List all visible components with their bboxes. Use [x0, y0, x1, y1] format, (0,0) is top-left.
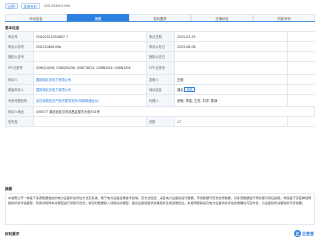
brand-name: 企查查	[302, 230, 314, 236]
tab-family[interactable]: 同族专利	[253, 14, 315, 21]
field-label: CPC分类号	[147, 62, 175, 74]
table-row: 申请人地址 430077 湖北省武汉市武昌区徐东大街341号	[6, 107, 315, 117]
table-row: 优先权 页数 17	[6, 117, 315, 127]
publication-date: 2025-08-08	[175, 42, 288, 51]
field-label: 优先权	[6, 117, 34, 126]
field-label: 授权公告号	[6, 52, 34, 61]
table-row: 专利代理机构 武汉科皓知识产权代理事务所(特殊普通合伙) 代理人 张明; 李强;…	[6, 95, 315, 107]
applicant-link[interactable]: 国网湖北省电力有限公司	[34, 75, 147, 84]
table-row: 授权公告号 授权公告日	[6, 52, 315, 62]
inventor: 王明	[175, 75, 288, 84]
field-label: 申请人	[6, 75, 34, 84]
original-applicant-link[interactable]: 国网湖北省电力有限公司	[34, 85, 147, 94]
table-row: IPC分类号 G06Q10/06; G06Q50/06; G06F18/24; …	[6, 62, 315, 75]
field-label: 原始申请人	[6, 85, 34, 94]
application-date: 2025-03-25	[175, 32, 288, 41]
section-abstract-title: 摘要	[5, 187, 13, 191]
brand-logo: 企 企查查	[294, 230, 314, 237]
applicant-address: 430077 湖北省武汉市武昌区徐东大街341号	[34, 107, 315, 116]
field-label: 地址信息	[147, 85, 175, 94]
priority-value[interactable]	[34, 117, 147, 126]
detail-tabs: 申请信息 摘要 权利要求 法律状态 同族专利	[5, 14, 315, 22]
page-count: 17	[175, 117, 288, 126]
tab-application-info[interactable]: 申请信息	[5, 14, 67, 21]
grant-date	[175, 52, 288, 61]
ipc-codes: G06Q10/06; G06Q50/06; G06F18/24; G06N3/0…	[34, 62, 147, 74]
field-label: 发明人	[147, 75, 175, 84]
tab-abstract[interactable]: 摘要	[67, 14, 129, 21]
field-label: 申请号	[6, 32, 34, 41]
agency-link[interactable]: 武汉科皓知识产权代理事务所(特殊普通合伙)	[34, 95, 147, 106]
field-label: 申请公布号	[6, 42, 34, 51]
brand-mark-icon: 企	[294, 230, 301, 237]
patent-header: 公开 发明专利 CN120460149A	[0, 0, 320, 11]
publication-number: CN120460149A	[34, 42, 147, 51]
field-label: 专利代理机构	[6, 95, 34, 106]
publication-code: CN120460149A	[43, 3, 71, 8]
table-row: 申请公布号 CN120460149A 申请公布日 2025-08-08	[6, 42, 315, 52]
status-tag: 公开	[5, 2, 18, 9]
section-claims-title: 权利要求	[5, 232, 20, 236]
field-label: IPC分类号	[6, 62, 34, 74]
field-label: 代理人	[147, 95, 175, 106]
address-region: 湖北	[177, 87, 184, 92]
basic-info-table: 申请号 CN202510350857.7 申请日期 2025-03-25 申请公…	[5, 31, 315, 127]
application-number: CN202510350857.7	[34, 32, 147, 41]
table-row: 原始申请人 国网湖北省电力有限公司 地址信息 湖北 查看	[6, 85, 315, 95]
address-info: 湖北 查看	[175, 85, 288, 94]
cpc-codes	[175, 62, 288, 74]
field-label: 授权公告日	[147, 52, 175, 61]
field-label: 申请公布日	[147, 42, 175, 51]
view-address-button[interactable]: 查看	[184, 87, 195, 92]
abstract-text: 本发明公开一种基于多源数据融合的电力设备状态评估方法及系统，属于电力设备运维技术…	[5, 193, 315, 225]
type-tag: 发明专利	[20, 2, 40, 9]
tab-legal-status[interactable]: 法律状态	[191, 14, 253, 21]
field-label: 页数	[147, 117, 175, 126]
table-row: 申请号 CN202510350857.7 申请日期 2025-03-25	[6, 32, 315, 42]
agents: 张明; 李强; 王芳; 刘洋; 陈静	[175, 95, 288, 106]
grant-number	[34, 52, 147, 61]
table-row: 申请人 国网湖北省电力有限公司 发明人 王明	[6, 75, 315, 85]
field-label: 申请人地址	[6, 107, 34, 116]
tab-claims[interactable]: 权利要求	[129, 14, 191, 21]
field-label: 申请日期	[147, 32, 175, 41]
